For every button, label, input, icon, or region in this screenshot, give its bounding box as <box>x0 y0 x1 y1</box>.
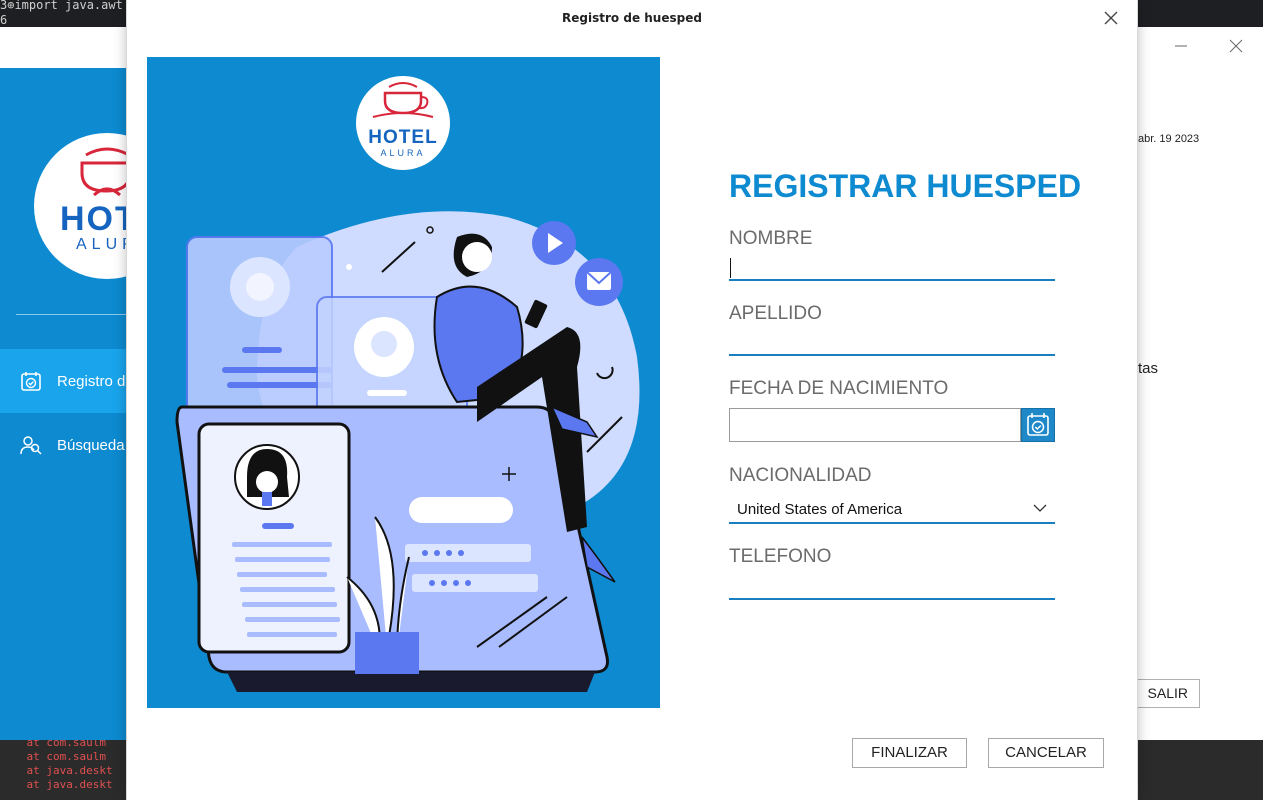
finalizar-button[interactable]: FINALIZAR <box>852 738 967 768</box>
cancelar-button[interactable]: CANCELAR <box>988 738 1104 768</box>
calendar-check-icon <box>21 372 41 391</box>
sidebar-item-busqueda[interactable]: Búsqueda <box>57 437 125 454</box>
apellido-label: APELLIDO <box>729 303 822 324</box>
date-label: abr. 19 2023 <box>1138 133 1200 145</box>
nacionalidad-label: NACIONALIDAD <box>729 465 872 486</box>
nombre-label: NOMBRE <box>729 228 813 249</box>
telefono-input[interactable] <box>729 572 1055 600</box>
partial-label: tas <box>1138 360 1159 377</box>
illustration-logo-alura-text: ALURA <box>380 148 425 158</box>
illustration-logo-hotel-text: HOTEL <box>368 127 437 148</box>
form-heading: REGISTRAR HUESPED <box>729 168 1082 204</box>
console-line: at java.deskt <box>0 764 113 777</box>
registro-huesped-dialog: Registro de huesped HOTEL ALURA REGISTRA… <box>126 0 1138 800</box>
console-line: at com.saulm <box>0 750 106 763</box>
dialog-title: Registro de huesped <box>562 11 702 25</box>
close-icon[interactable] <box>1097 4 1125 32</box>
apellido-input[interactable] <box>729 328 1055 356</box>
minimize-icon[interactable] <box>1173 38 1189 54</box>
registration-illustration: HOTEL ALURA <box>147 57 660 708</box>
date-picker-button[interactable] <box>1021 408 1055 442</box>
sidebar-item-label: Registro d <box>57 373 126 390</box>
ide-code-line: 3⊕import java.awt <box>0 0 123 12</box>
text-caret <box>730 258 731 278</box>
fecha-nacimiento-input[interactable] <box>729 408 1021 442</box>
nacionalidad-selected-value: United States of America <box>737 501 903 518</box>
sidebar-divider <box>16 314 126 315</box>
ide-code-snippet: 3⊕import java.awt 6 <box>0 0 123 28</box>
calendar-check-icon <box>1027 413 1049 436</box>
fecha-nacimiento-label: FECHA DE NACIMIENTO <box>729 378 949 399</box>
background-close-icon[interactable] <box>1228 38 1244 54</box>
console-line: at java.deskt <box>0 778 113 791</box>
chevron-down-icon[interactable] <box>1033 502 1047 514</box>
illustration-graphic: HOTEL ALURA <box>175 76 640 692</box>
ide-console-output: at com.saulm at com.saulm at java.deskt … <box>0 736 113 792</box>
nacionalidad-select[interactable]: United States of America <box>729 497 1055 524</box>
ide-code-line: 6 <box>0 13 8 27</box>
dialog-titlebar: Registro de huesped <box>127 0 1137 38</box>
people-search-icon[interactable] <box>20 434 42 456</box>
telefono-label: TELEFONO <box>729 546 832 567</box>
nombre-input[interactable] <box>729 253 1055 281</box>
